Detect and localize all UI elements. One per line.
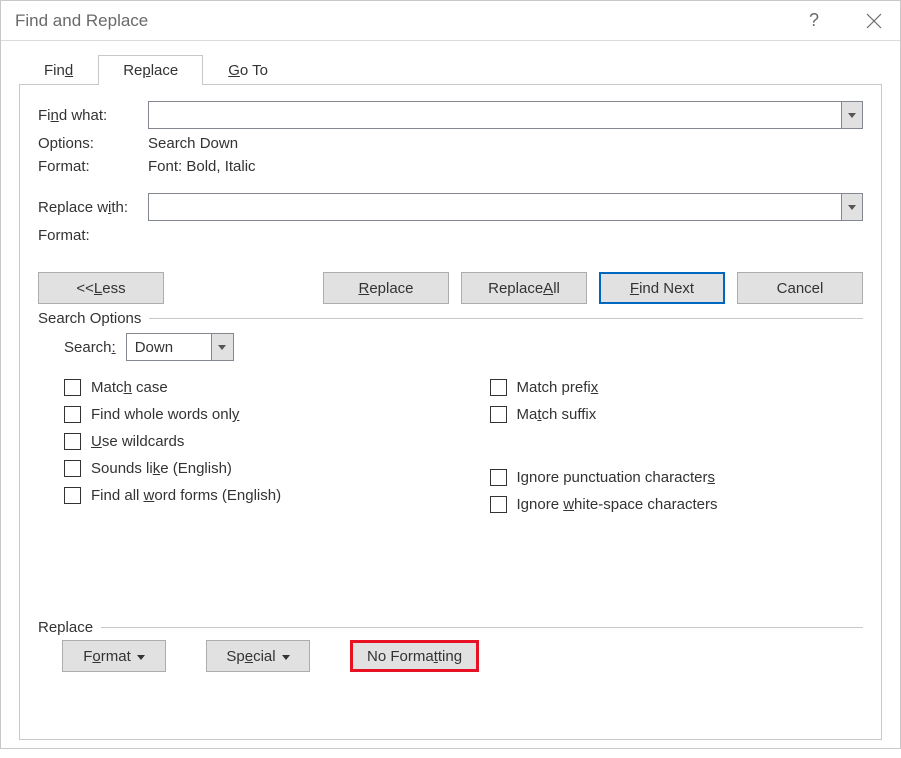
format-menu-button[interactable]: Format — [62, 640, 166, 672]
help-icon[interactable]: ? — [802, 9, 826, 33]
no-formatting-button[interactable]: No Formatting — [350, 640, 479, 672]
use-wildcards-checkbox[interactable]: Use wildcards — [64, 433, 438, 450]
checkbox-icon — [64, 379, 81, 396]
ignore-whitespace-checkbox[interactable]: Ignore white-space characters — [490, 496, 864, 513]
whole-words-checkbox[interactable]: Find whole words only — [64, 406, 438, 423]
chevron-down-icon — [848, 113, 856, 118]
replace-footer-group: Replace Format Special No Formatting — [38, 627, 863, 672]
find-what-combo[interactable] — [148, 101, 863, 129]
ignore-punct-checkbox[interactable]: Ignore punctuation characters — [490, 469, 864, 486]
window-title: Find and Replace — [15, 11, 802, 31]
replace-group-label: Replace — [38, 619, 101, 636]
tab-find[interactable]: Find — [19, 55, 98, 85]
caret-down-icon — [137, 655, 145, 660]
search-options-group: Search Options Search: Down — [38, 318, 863, 543]
replace-with-label: Replace with: — [38, 199, 148, 216]
checkbox-icon — [64, 406, 81, 423]
checkbox-icon — [490, 406, 507, 423]
cancel-button[interactable]: Cancel — [737, 272, 863, 304]
chevron-down-icon — [848, 205, 856, 210]
search-direction-value: Down — [135, 339, 173, 356]
tab-replace[interactable]: Replace — [98, 55, 203, 85]
search-direction-dropdown-icon[interactable] — [211, 334, 233, 360]
tab-goto[interactable]: Go To — [203, 55, 293, 85]
close-icon[interactable] — [862, 9, 886, 33]
checkbox-icon — [64, 433, 81, 450]
titlebar: Find and Replace ? — [1, 1, 900, 41]
search-options-label: Search Options — [38, 310, 149, 327]
special-menu-button[interactable]: Special — [206, 640, 310, 672]
match-case-checkbox[interactable]: Match case — [64, 379, 438, 396]
find-what-dropdown-icon[interactable] — [841, 101, 863, 129]
replace-all-button[interactable]: Replace All — [461, 272, 587, 304]
search-direction-select[interactable]: Down — [126, 333, 234, 361]
checkbox-icon — [490, 379, 507, 396]
sounds-like-checkbox[interactable]: Sounds like (English) — [64, 460, 438, 477]
checkbox-icon — [64, 460, 81, 477]
find-what-label: Find what: — [38, 107, 148, 124]
checkbox-icon — [64, 487, 81, 504]
checkbox-icon — [490, 469, 507, 486]
less-button[interactable]: << Less — [38, 272, 164, 304]
replace-button[interactable]: Replace — [323, 272, 449, 304]
checkbox-icon — [490, 496, 507, 513]
replace-with-dropdown-icon[interactable] — [841, 193, 863, 221]
match-prefix-checkbox[interactable]: Match prefix — [490, 379, 864, 396]
find-what-input[interactable] — [148, 101, 841, 129]
match-suffix-checkbox[interactable]: Match suffix — [490, 406, 864, 423]
options-value: Search Down — [148, 135, 863, 152]
find-replace-dialog: Find and Replace ? Find Replace Go To Fi… — [0, 0, 901, 749]
chevron-down-icon — [218, 345, 226, 350]
find-format-value: Font: Bold, Italic — [148, 158, 863, 175]
find-format-label: Format: — [38, 158, 148, 175]
all-word-forms-checkbox[interactable]: Find all word forms (English) — [64, 487, 438, 504]
search-direction-label: Search: — [64, 339, 116, 356]
replace-pane: Find what: Options: Search Down Format: … — [19, 85, 882, 740]
options-label: Options: — [38, 135, 148, 152]
replace-with-combo[interactable] — [148, 193, 863, 221]
replace-format-label: Format: — [38, 227, 148, 244]
tab-strip: Find Replace Go To — [19, 51, 882, 85]
replace-with-input[interactable] — [148, 193, 841, 221]
find-next-button[interactable]: Find Next — [599, 272, 725, 304]
caret-down-icon — [282, 655, 290, 660]
